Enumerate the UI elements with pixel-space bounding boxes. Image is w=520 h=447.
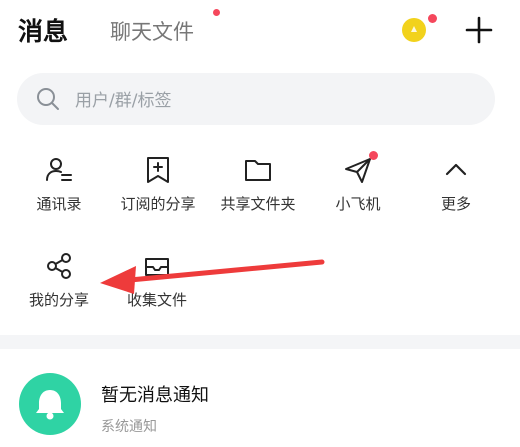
grid-label-shared-folder: 共享文件夹 <box>220 195 296 213</box>
grid-item-my-share[interactable]: 我的分享 <box>17 251 101 316</box>
plane-badge-dot <box>369 151 378 160</box>
notice-subtitle: 系统通知 <box>101 419 157 435</box>
grid-item-contacts[interactable]: 通讯录 <box>17 155 101 220</box>
tab-chat-files[interactable]: 聊天文件 <box>110 16 194 46</box>
plus-icon <box>465 16 493 44</box>
avatar-icon <box>411 26 417 32</box>
chat-files-badge-dot <box>213 9 220 16</box>
grid-item-shared-folder[interactable]: 共享文件夹 <box>210 155 306 220</box>
contacts-icon <box>46 158 72 181</box>
bookmark-plus-icon <box>147 157 169 183</box>
folder-icon <box>245 160 271 181</box>
bell-icon <box>36 390 64 420</box>
grid-label-contacts: 通讯录 <box>36 195 82 213</box>
paper-plane-icon <box>345 158 371 183</box>
share-icon <box>47 253 71 279</box>
tab-messages[interactable]: 消息 <box>18 12 68 48</box>
grid-label-plane: 小飞机 <box>335 195 381 213</box>
avatar[interactable] <box>402 18 426 42</box>
notice-title: 暂无消息通知 <box>101 385 209 406</box>
grid-item-collect-files[interactable]: 收集文件 <box>115 251 199 316</box>
grid-label-collect: 收集文件 <box>126 291 187 309</box>
section-divider <box>0 335 520 349</box>
avatar-badge-dot <box>428 14 437 23</box>
search-bar[interactable]: 用户/群/标签 <box>17 73 495 125</box>
search-icon <box>37 88 59 110</box>
grid-label-subscribed: 订阅的分享 <box>120 195 196 213</box>
grid-item-more[interactable]: 更多 <box>414 155 498 220</box>
inbox-icon <box>145 258 169 276</box>
system-notice-row[interactable]: 暂无消息通知 系统通知 <box>0 349 520 447</box>
grid-item-subscribed-shares[interactable]: 订阅的分享 <box>110 155 206 220</box>
chevron-up-icon <box>445 163 467 176</box>
grid-item-plane[interactable]: 小飞机 <box>316 151 400 220</box>
grid-label-more: 更多 <box>440 195 471 213</box>
add-button[interactable] <box>464 15 494 45</box>
notice-avatar <box>19 373 81 435</box>
top-header: 消息 聊天文件 <box>0 0 520 64</box>
grid-label-my-share: 我的分享 <box>28 291 89 309</box>
search-placeholder: 用户/群/标签 <box>75 91 172 111</box>
